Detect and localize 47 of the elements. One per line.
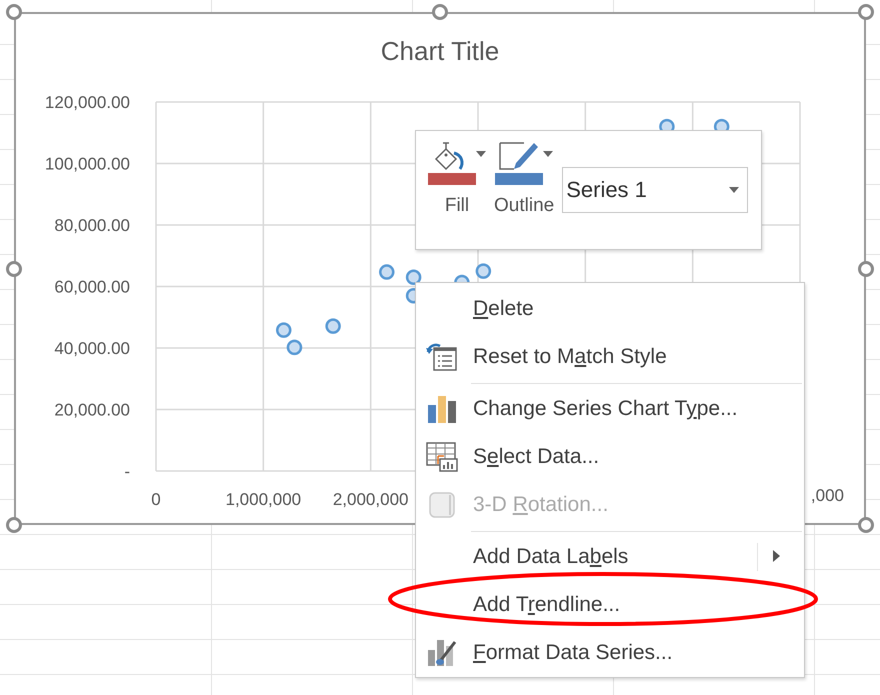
x-axis-label: 0 xyxy=(151,490,161,509)
y-axis-label: 20,000.00 xyxy=(54,400,130,420)
table-chart-icon xyxy=(426,442,458,472)
menu-item[interactable]: Select Data... xyxy=(416,433,804,481)
y-axis-label: 40,000.00 xyxy=(54,339,130,358)
resize-handle[interactable] xyxy=(858,260,874,276)
resize-handle[interactable] xyxy=(6,517,22,533)
format-brush-icon xyxy=(426,638,456,668)
y-axis-label: 100,000.00 xyxy=(44,154,130,174)
button-label: Fill xyxy=(444,195,470,217)
chart-title: Chart Title xyxy=(380,36,500,66)
format-button[interactable]: Fill xyxy=(428,141,486,217)
caret-icon xyxy=(543,151,554,157)
point xyxy=(276,322,292,338)
y-axis-label: 60,000.00 xyxy=(54,278,130,296)
x-axis-label: ,000 xyxy=(810,486,844,506)
cube-icon xyxy=(428,491,456,519)
menu-item[interactable]: Format Data Series... xyxy=(416,629,804,677)
x-axis-label: 2,000,000 xyxy=(332,490,408,509)
point xyxy=(476,263,492,279)
caret-icon xyxy=(476,151,486,157)
menu-item[interactable]: Reset to Match Style xyxy=(416,333,804,385)
button-label: Outline xyxy=(494,195,554,217)
point xyxy=(379,264,395,280)
menu-item[interactable]: Change Series Chart Type... xyxy=(416,385,804,433)
point xyxy=(406,270,422,286)
y-axis-label: 80,000.00 xyxy=(54,216,130,235)
menu-item[interactable]: Delete xyxy=(416,285,804,333)
x-axis-label: 1,000,000 xyxy=(226,490,302,509)
point xyxy=(325,318,341,334)
series-dropdown[interactable]: Series 1 xyxy=(562,167,748,213)
reset-list-icon xyxy=(426,342,458,372)
caret-icon xyxy=(729,187,740,193)
format-button[interactable]: Outline xyxy=(494,141,554,217)
resize-handle[interactable] xyxy=(858,4,874,20)
submenu-arrow-icon xyxy=(773,550,780,562)
resize-handle[interactable] xyxy=(432,4,448,20)
pencil-square-icon xyxy=(498,141,540,171)
menu-item[interactable]: Add Trendline... xyxy=(416,581,804,629)
menu-item[interactable]: Add Data Labels xyxy=(416,533,804,581)
y-axis-label: 120,000.00 xyxy=(44,93,130,112)
resize-handle[interactable] xyxy=(6,260,22,276)
resize-handle[interactable] xyxy=(6,4,22,20)
bar-chart-icon xyxy=(426,395,456,423)
point xyxy=(286,340,302,356)
resize-handle[interactable] xyxy=(858,517,874,533)
y-axis-label: - xyxy=(124,462,130,481)
